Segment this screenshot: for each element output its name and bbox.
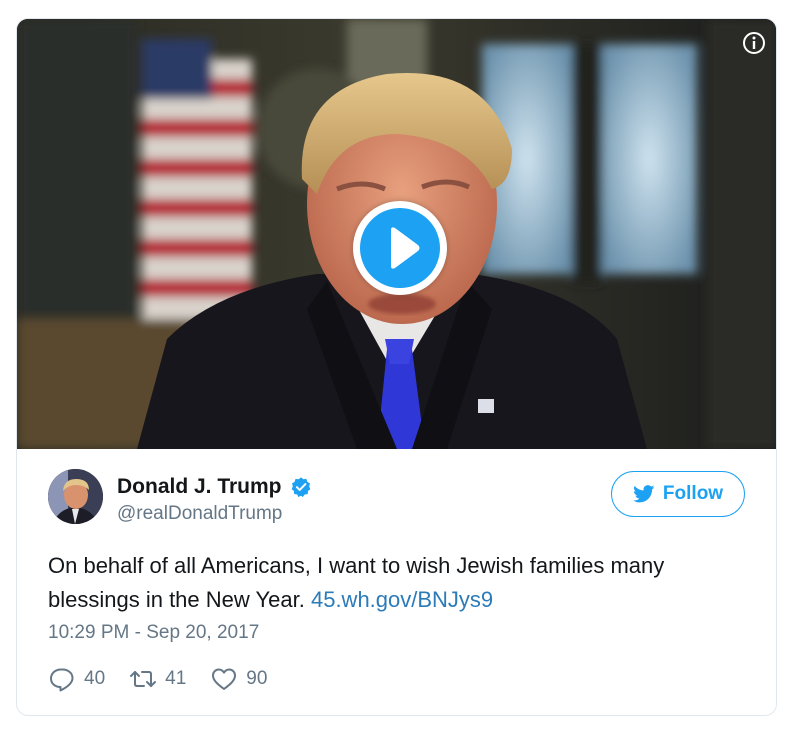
follow-button-label: Follow xyxy=(662,483,724,504)
tweet-timestamp[interactable]: 10:29 PM - Sep 20, 2017 xyxy=(48,622,259,644)
play-icon xyxy=(391,227,420,269)
heart-icon xyxy=(212,668,237,690)
reply-button[interactable]: 40 xyxy=(48,665,105,693)
verified-badge-icon xyxy=(291,477,310,497)
tweet-actions: 40 41 90 xyxy=(48,665,291,693)
retweet-count: 41 xyxy=(165,668,187,689)
reply-icon xyxy=(50,668,74,692)
follow-button[interactable]: Follow xyxy=(611,471,745,517)
twitter-bird-icon xyxy=(632,485,655,503)
like-count: 90 xyxy=(246,668,268,689)
author-name[interactable]: Donald J. Trump xyxy=(117,475,282,499)
reply-count: 40 xyxy=(84,668,106,689)
retweet-button[interactable]: 41 xyxy=(129,665,186,693)
like-button[interactable]: 90 xyxy=(210,665,267,693)
tweet-card: Donald J. Trump @realDonaldTrump Follow … xyxy=(16,18,777,716)
info-icon xyxy=(743,32,765,54)
play-button[interactable] xyxy=(353,201,447,295)
video-player[interactable] xyxy=(17,19,776,449)
info-button[interactable] xyxy=(742,31,766,55)
avatar-image xyxy=(48,469,103,524)
author-handle[interactable]: @realDonaldTrump xyxy=(117,503,282,525)
avatar[interactable] xyxy=(48,469,103,524)
tweet-link[interactable]: 45.wh.gov/BNJys9 xyxy=(311,587,493,612)
retweet-icon xyxy=(130,671,157,687)
author-name-row: Donald J. Trump xyxy=(117,475,312,499)
tweet-text: On behalf of all Americans, I want to wi… xyxy=(48,549,760,617)
